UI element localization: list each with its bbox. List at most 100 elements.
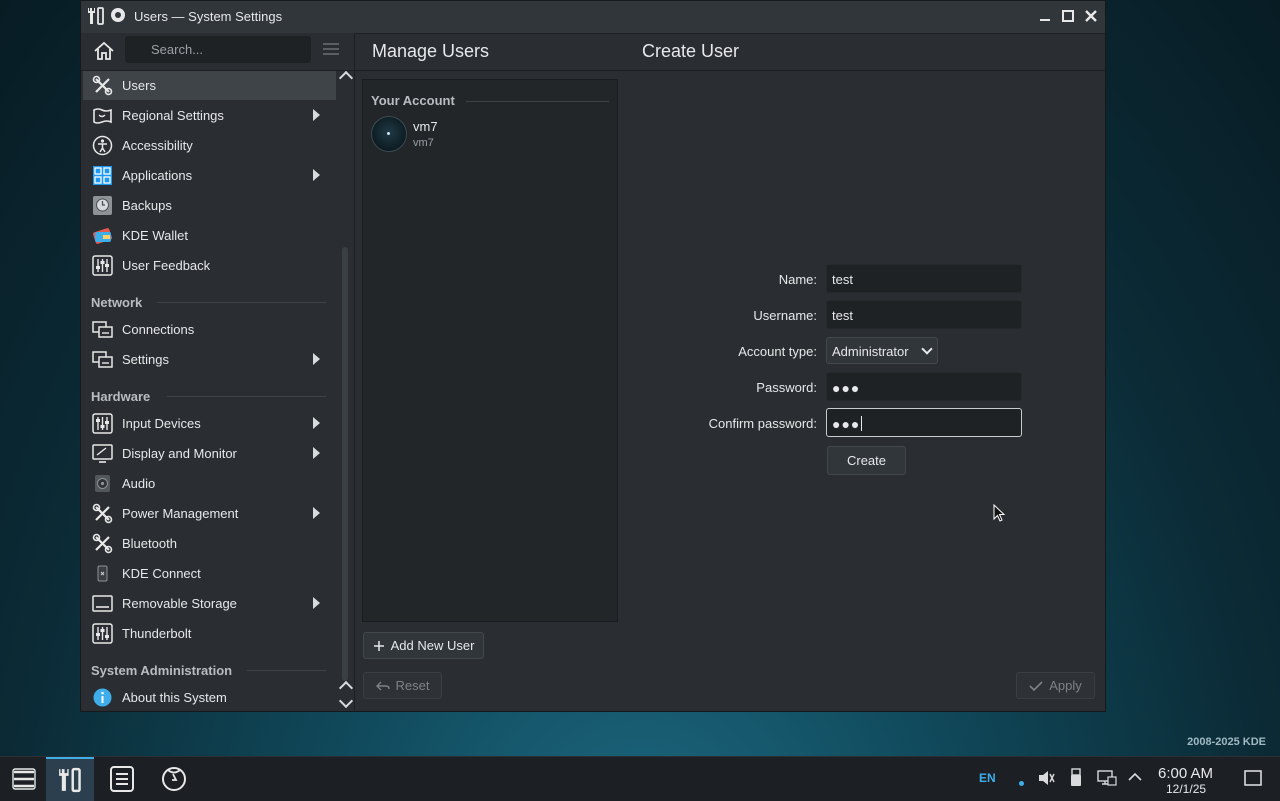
account-type-select[interactable]: Administrator	[826, 337, 938, 364]
tools-icon	[92, 75, 113, 96]
sidebar-item-input-devices[interactable]: Input Devices	[83, 409, 336, 438]
sidebar-item-label: Audio	[122, 476, 156, 491]
sidebar-list: Users Regional Settings Accessibility Ap…	[81, 71, 336, 711]
your-account-header: Your Account	[371, 93, 455, 108]
system-settings-window: Users — System Settings Search... Users …	[80, 0, 1106, 712]
display-icon	[92, 444, 113, 463]
minimize-button[interactable]	[1035, 6, 1055, 26]
close-button[interactable]	[1081, 6, 1101, 26]
mouse-cursor-icon	[993, 504, 1006, 522]
sidebar-item-kde-wallet[interactable]: KDE Wallet	[83, 221, 336, 250]
account-type-label: Account type:	[738, 344, 817, 359]
application-launcher-button[interactable]	[0, 757, 48, 801]
chevron-right-icon	[313, 597, 320, 609]
sidebar-item-thunderbolt[interactable]: Thunderbolt	[83, 619, 336, 648]
keyboard-layout-indicator[interactable]: EN	[979, 771, 996, 785]
chevron-right-icon	[313, 169, 320, 181]
sidebar-scrollbar[interactable]	[338, 70, 354, 711]
taskbar-file-manager[interactable]	[98, 757, 146, 801]
input-devices-icon	[92, 413, 113, 434]
scroll-down-icon[interactable]	[338, 693, 354, 709]
network-wired-icon[interactable]	[1097, 769, 1117, 787]
clock-time[interactable]: 6:00 AM	[1158, 765, 1213, 782]
sidebar-toolbar: Search...	[81, 33, 354, 71]
confirm-password-value: ●●●	[832, 416, 861, 432]
account-username: vm7	[413, 137, 434, 149]
taskbar-browser[interactable]	[150, 757, 198, 801]
plus-icon	[373, 640, 384, 651]
sidebar-item-about-this-system[interactable]: About this System	[83, 683, 336, 711]
password-value: ●●●	[832, 380, 861, 396]
taskbar-system-settings[interactable]	[46, 757, 94, 801]
create-button[interactable]: Create	[827, 446, 906, 475]
title-bar[interactable]: Users — System Settings	[81, 1, 1105, 34]
sidebar-item-label: Backups	[122, 198, 172, 213]
scroll-up-icon[interactable]	[338, 70, 354, 86]
section-header-hardware: Hardware	[91, 389, 151, 404]
sidebar-item-label: Removable Storage	[122, 596, 237, 611]
sidebar-item-label: Settings	[122, 352, 169, 367]
create-label: Create	[846, 453, 887, 468]
sidebar: Search... Users Regional Settings Access…	[81, 33, 355, 711]
sidebar-item-label: Thunderbolt	[122, 626, 192, 641]
feedback-icon	[92, 255, 113, 276]
close-icon	[1085, 10, 1097, 22]
chevron-right-icon	[313, 417, 320, 429]
notification-dot-icon	[1019, 781, 1024, 786]
usb-device-icon[interactable]	[1068, 768, 1084, 788]
show-desktop-icon[interactable]	[1244, 770, 1262, 786]
sidebar-item-power-management[interactable]: Power Management	[83, 499, 336, 528]
sidebar-item-users[interactable]: Users	[83, 71, 336, 100]
accessibility-icon	[92, 135, 113, 156]
desktop-watermark: 2008-2025 KDE	[1187, 736, 1266, 748]
password-field[interactable]: ●●●	[826, 372, 1022, 401]
sidebar-item-removable-storage[interactable]: Removable Storage	[83, 589, 336, 618]
regional-icon	[93, 108, 112, 124]
name-label: Name:	[778, 272, 817, 287]
backups-icon	[93, 196, 112, 215]
reset-button[interactable]: Reset	[363, 672, 442, 699]
sidebar-item-accessibility[interactable]: Accessibility	[83, 131, 336, 160]
clock-date[interactable]: 12/1/25	[1166, 782, 1206, 796]
window-title: Users — System Settings	[134, 9, 283, 24]
sidebar-item-connections[interactable]: Connections	[83, 315, 336, 344]
sidebar-item-label: About this System	[122, 690, 227, 705]
tray-expand-icon[interactable]	[1128, 772, 1142, 782]
confirm-password-field[interactable]: ●●●	[826, 408, 1022, 437]
account-type-value: Administrator	[832, 344, 909, 359]
sidebar-item-audio[interactable]: Audio	[83, 469, 336, 498]
sidebar-item-bluetooth[interactable]: Bluetooth	[83, 529, 336, 558]
account-name: vm7	[413, 119, 438, 134]
browser-icon	[162, 767, 186, 791]
chevron-right-icon	[313, 353, 320, 365]
chevron-right-icon	[313, 507, 320, 519]
hamburger-menu-icon[interactable]	[323, 43, 339, 56]
sidebar-item-label: Display and Monitor	[122, 446, 237, 461]
sidebar-item-network-settings[interactable]: Settings	[83, 345, 336, 374]
system-settings-icon[interactable]	[85, 5, 107, 27]
sidebar-item-label: KDE Wallet	[122, 228, 188, 243]
chevron-down-icon	[921, 343, 933, 355]
window-menu-icon[interactable]	[111, 8, 125, 22]
search-input[interactable]: Search...	[125, 36, 311, 63]
power-icon	[92, 503, 113, 524]
divider	[247, 670, 326, 671]
name-field[interactable]: test	[826, 264, 1022, 293]
scrollbar-handle[interactable]	[342, 247, 348, 681]
sidebar-item-display-and-monitor[interactable]: Display and Monitor	[83, 439, 336, 468]
sidebar-item-user-feedback[interactable]: User Feedback	[83, 251, 336, 280]
volume-muted-icon[interactable]	[1037, 769, 1055, 787]
bluetooth-icon	[92, 533, 113, 554]
minimize-icon	[1040, 19, 1050, 21]
username-label: Username:	[753, 308, 817, 323]
username-field[interactable]: test	[826, 300, 1022, 329]
sidebar-item-regional-settings[interactable]: Regional Settings	[83, 101, 336, 130]
sidebar-item-backups[interactable]: Backups	[83, 191, 336, 220]
add-new-user-button[interactable]: Add New User	[363, 632, 484, 659]
home-icon[interactable]	[93, 40, 115, 62]
sidebar-item-label: Applications	[122, 168, 193, 183]
apply-button[interactable]: Apply	[1016, 672, 1095, 699]
sidebar-item-applications[interactable]: Applications	[83, 161, 336, 190]
maximize-button[interactable]	[1058, 6, 1078, 26]
sidebar-item-kde-connect[interactable]: KDE Connect	[83, 559, 336, 588]
